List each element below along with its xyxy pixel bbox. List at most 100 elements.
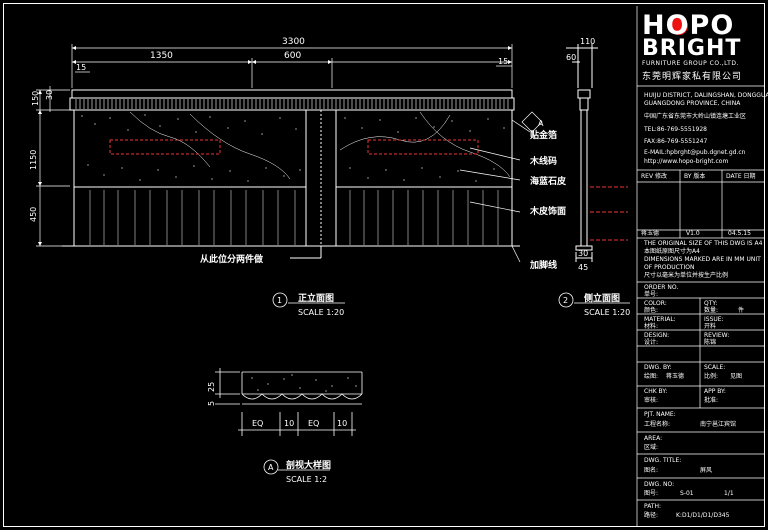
fax: FAX:86-769-5551247 [644, 138, 708, 145]
dim-15-right: 15 [498, 57, 508, 66]
detail-dim-5: 5 [207, 401, 216, 406]
dim-30: 30 [45, 90, 54, 100]
view-1-title: 正立面图 [298, 292, 334, 304]
dimension-lines [36, 44, 513, 247]
address-line-3: 中国广东省东莞市大岭山镇连塘工业区 [644, 113, 747, 120]
address-line-1: HUIJU DISTRICT, DALINGSHAN, DONGGUAN [644, 92, 768, 99]
field-area-en: AREA: [644, 435, 663, 442]
dim-15-left: 15 [76, 63, 86, 72]
view-bubbles [263, 292, 630, 475]
side-dim-60: 60 [566, 53, 576, 62]
marble-panel-left [73, 109, 307, 188]
callout-a: A [538, 119, 544, 128]
view-1-scale: SCALE 1:20 [298, 308, 344, 317]
address-line-2: GUANGDONG PROVINCE, CHINA [644, 100, 741, 107]
field-sheet-val: 1/1 [724, 490, 734, 497]
rail-hatching [75, 99, 509, 109]
field-path-val: K:D1/D1/D1/D345 [676, 512, 730, 519]
rev-row-date: 04.5.15 [728, 230, 751, 237]
field-title-en: DWG. TITLE: [644, 457, 682, 464]
rev-row-version: V1.0 [686, 230, 700, 237]
marble-texture [81, 114, 505, 182]
label-marble: 海蓝石皮 [530, 175, 567, 187]
logo-chinese: 东莞明辉家私有限公司 [642, 72, 743, 82]
dim-600: 600 [284, 51, 301, 61]
note-5: 尺寸以毫米为单位并按生产比例 [644, 272, 729, 279]
view-a-scale: SCALE 1:2 [286, 475, 327, 484]
label-split-note: 从此位分两件做 [200, 253, 264, 265]
view-2-num: 2 [563, 296, 568, 305]
field-chk-en: CHK BY: [644, 388, 668, 395]
detail-a-texture [251, 374, 357, 392]
wood-panel-right [335, 186, 513, 247]
view-1-num: 1 [277, 296, 282, 305]
side-red-marks [590, 186, 628, 241]
rev-header-rev: REV 修改 [641, 173, 667, 180]
label-gold-leaf: 贴金箔 [530, 129, 557, 141]
wood-panel-left [73, 186, 307, 247]
dim-3300: 3300 [282, 37, 305, 47]
front-elevation [62, 89, 520, 259]
note-3: DIMENSIONS MARKED ARE IN MM UNIT [644, 256, 761, 263]
field-order-cn: 单号: [644, 291, 659, 298]
field-title-val: 屏风 [700, 467, 713, 474]
field-qty-cn: 数量: [704, 307, 719, 314]
detail-dim-25: 25 [207, 382, 216, 392]
view-2-scale: SCALE 1:20 [584, 308, 630, 317]
logo-line1: HOPO [642, 10, 735, 41]
field-issue-val: 开料 [704, 323, 717, 330]
field-dwgno-en: DWG. NO: [644, 481, 675, 488]
dim-150: 150 [31, 91, 40, 106]
view-a-num: A [268, 463, 274, 472]
rev-header-date: DATE 日期 [726, 173, 756, 180]
logo-subtitle: FURNITURE GROUP CO.,LTD. [642, 60, 739, 67]
note-2: 本图纸原图尺寸为A4 [644, 248, 700, 255]
field-scale-cn: 比例: [704, 373, 719, 380]
side-elevation [566, 44, 598, 262]
field-app-cn: 批准: [704, 397, 719, 404]
field-scale-val: 见图 [730, 373, 743, 380]
detail-dim-10-2: 10 [337, 419, 347, 428]
note-4: OF PRODUCTION [644, 264, 695, 271]
field-qty-val: 件 [738, 307, 745, 314]
field-dwgby-cn: 绘图: [644, 373, 659, 380]
marble-panel-right [335, 109, 513, 188]
dim-1150: 1150 [29, 150, 38, 170]
field-area-cn: 区域: [644, 444, 659, 451]
field-project-en: PJT. NAME: [644, 411, 676, 418]
dimension-ticks [38, 46, 512, 246]
wood-grain-lines [89, 190, 499, 245]
field-dwgby-val: 蒋玉德 [666, 373, 685, 380]
rev-header-by: BY 版本 [684, 173, 706, 180]
top-rail [71, 89, 513, 99]
company-logo: HOPO BRIGHT FURNITURE GROUP CO.,LTD. 东莞明… [642, 10, 757, 82]
detail-dim-10-1: 10 [284, 419, 294, 428]
tel: TEL:86-769-5551928 [644, 126, 707, 133]
field-material-cn: 材料: [644, 323, 659, 330]
view-a-title: 剖视大样图 [286, 459, 331, 471]
website: http://www.hopo-bright.com [644, 158, 729, 165]
gold-strips [109, 139, 479, 155]
side-dim-110: 110 [580, 37, 595, 46]
marble-veins [129, 111, 511, 180]
rev-row-name: 蒋玉德 [641, 230, 660, 237]
label-wood-line: 木线码 [529, 155, 557, 167]
field-color-cn: 颜色: [644, 307, 659, 314]
field-project-cn: 工程名称: [644, 421, 671, 428]
field-design-cn: 设计: [644, 339, 659, 346]
field-path-en: PATH: [644, 503, 662, 510]
side-dim-45: 45 [578, 263, 588, 272]
note-1: THE ORIGINAL SIZE OF THIS DWG IS A4 [644, 240, 763, 247]
label-wood-veneer: 木皮饰面 [529, 205, 566, 217]
detail-dim-eq-2: EQ [308, 419, 319, 428]
field-dwgno-val: S-01 [680, 490, 694, 497]
field-app-en: APP BY: [704, 388, 726, 395]
field-chk-cn: 审核: [644, 397, 659, 404]
field-scale-en: SCALE: [704, 364, 726, 371]
field-dwgno-cn: 图号: [644, 490, 659, 497]
dim-450: 450 [29, 207, 38, 222]
field-review-val: 陈锦 [704, 339, 717, 346]
label-kick: 加脚线 [529, 259, 557, 271]
dim-1350: 1350 [150, 51, 173, 61]
logo-line2: BRIGHT [642, 36, 742, 61]
